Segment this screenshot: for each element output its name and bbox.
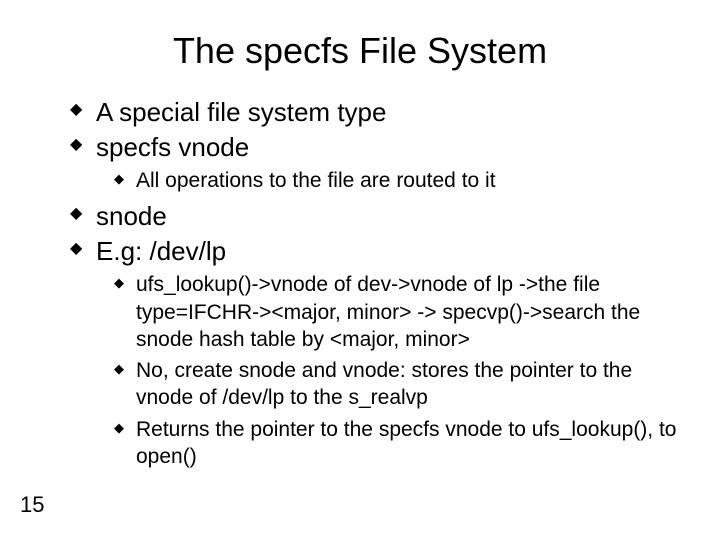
slide: The specfs File System A special file sy… [0, 0, 720, 540]
sub-bullet-text: Returns the pointer to the specfs vnode … [136, 418, 676, 468]
sub-bullet-item: ufs_lookup()->vnode of dev->vnode of lp … [114, 271, 680, 353]
sub-bullet-text: All operations to the file are routed to… [136, 169, 496, 192]
bullet-item: specfs vnode All operations to the file … [70, 131, 680, 195]
sub-bullet-item: Returns the pointer to the specfs vnode … [114, 416, 680, 471]
bullet-item: E.g: /dev/lp ufs_lookup()->vnode of dev-… [70, 235, 680, 471]
bullet-item: A special file system type [70, 96, 680, 129]
bullet-list: A special file system type specfs vnode … [70, 96, 680, 470]
sub-bullet-item: No, create snode and vnode: stores the p… [114, 357, 680, 412]
bullet-text: snode [96, 201, 167, 231]
slide-title: The specfs File System [40, 30, 680, 72]
page-number: 15 [20, 492, 44, 518]
sub-bullet-item: All operations to the file are routed to… [114, 167, 680, 194]
sub-bullet-text: No, create snode and vnode: stores the p… [136, 359, 632, 409]
sub-bullet-list: ufs_lookup()->vnode of dev->vnode of lp … [114, 271, 680, 470]
bullet-text: E.g: /dev/lp [96, 236, 226, 266]
bullet-text: specfs vnode [96, 132, 249, 162]
sub-bullet-list: All operations to the file are routed to… [114, 167, 680, 194]
bullet-text: A special file system type [96, 97, 386, 127]
bullet-item: snode [70, 200, 680, 233]
sub-bullet-text: ufs_lookup()->vnode of dev->vnode of lp … [136, 273, 640, 351]
